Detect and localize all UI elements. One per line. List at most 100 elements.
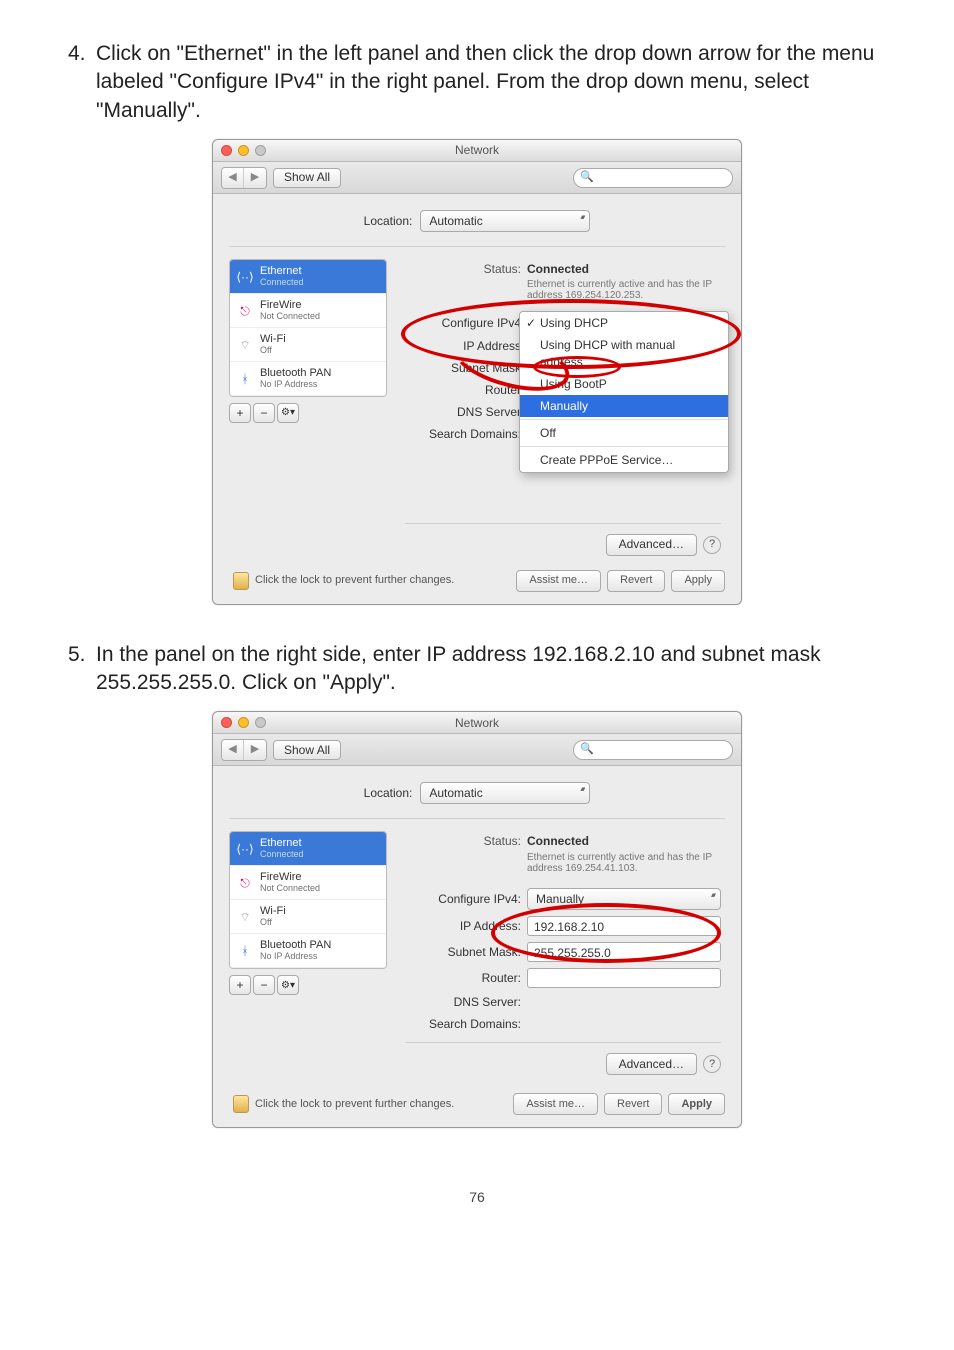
gear-menu-button[interactable]: ⚙▾ — [277, 403, 299, 423]
location-select[interactable]: Automatic — [420, 210, 590, 232]
nav-buttons-2[interactable]: ◀ ▶ — [221, 739, 267, 761]
step-4-text: Click on "Ethernet" in the left panel an… — [96, 40, 894, 125]
sidebar-item-wifi[interactable]: ⌔ Wi-Fi Off — [230, 328, 386, 362]
router-input[interactable] — [527, 968, 721, 988]
dropdown-item-bootp[interactable]: Using BootP — [520, 373, 728, 395]
back-button[interactable]: ◀ — [222, 168, 244, 188]
sidebar-footer-2: + − ⚙▾ — [229, 975, 387, 995]
bluetooth-name: Bluetooth PAN — [260, 368, 331, 380]
toolbar-2: ◀ ▶ Show All 🔍 — [213, 734, 741, 766]
gear-menu-button-2[interactable]: ⚙▾ — [277, 975, 299, 995]
lock-text-2: Click the lock to prevent further change… — [255, 1097, 454, 1112]
toolbar: ◀ ▶ Show All 🔍 — [213, 162, 741, 194]
location-row: Location: Automatic — [229, 208, 725, 247]
apply-button-2[interactable]: Apply — [668, 1093, 725, 1115]
traffic-lights-2[interactable] — [221, 717, 266, 728]
advanced-row-2: Advanced… ? — [405, 1042, 721, 1075]
zoom-icon[interactable] — [255, 145, 266, 156]
firewire-sub: Not Connected — [260, 312, 320, 321]
nav-buttons[interactable]: ◀ ▶ — [221, 167, 267, 189]
forward-button[interactable]: ▶ — [244, 740, 266, 760]
back-button[interactable]: ◀ — [222, 740, 244, 760]
minimize-icon[interactable] — [238, 145, 249, 156]
remove-interface-button-2[interactable]: − — [253, 975, 275, 995]
window-body: Location: Automatic ⟨··⟩ Ethernet Connec… — [213, 194, 741, 604]
window-body-2: Location: Automatic ⟨··⟩ Ethernet Connec… — [213, 766, 741, 1127]
apply-button[interactable]: Apply — [671, 570, 725, 592]
network-window-2: Network ◀ ▶ Show All 🔍 Location: Automat… — [212, 711, 742, 1128]
dropdown-item-manually[interactable]: Manually — [520, 395, 728, 417]
router-label-2: Router: — [405, 970, 521, 986]
search-label-2: Search Domains: — [405, 1016, 521, 1032]
dropdown-separator-2 — [520, 446, 728, 447]
subnet-mask-input[interactable]: 255.255.255.0 — [527, 942, 721, 962]
minimize-icon[interactable] — [238, 717, 249, 728]
location-label-2: Location: — [364, 785, 413, 801]
dropdown-item-pppoe[interactable]: Create PPPoE Service… — [520, 449, 728, 471]
help-button-2[interactable]: ? — [703, 1055, 721, 1073]
sidebar-footer: + − ⚙▾ — [229, 403, 387, 423]
ethernet-sub-2: Connected — [260, 850, 304, 859]
configure-ipv4-select[interactable]: Manually — [527, 888, 721, 910]
search-icon: 🔍 — [580, 170, 594, 185]
ip-address-input[interactable]: 192.168.2.10 — [527, 916, 721, 936]
window-title-2: Network — [455, 715, 499, 731]
network-window-1: Network ◀ ▶ Show All 🔍 Location: Automat… — [212, 139, 742, 605]
sidebar-item-firewire-2[interactable]: ⎋ FireWire Not Connected — [230, 866, 386, 900]
assist-button-2[interactable]: Assist me… — [513, 1093, 598, 1115]
sidebar-item-bluetooth[interactable]: ᚼ Bluetooth PAN No IP Address — [230, 362, 386, 396]
subnet-label: Subnet Mask — [405, 360, 521, 376]
revert-button[interactable]: Revert — [607, 570, 665, 592]
help-button[interactable]: ? — [703, 536, 721, 554]
interface-list-2[interactable]: ⟨··⟩ Ethernet Connected ⎋ FireWire Not C… — [229, 831, 387, 969]
traffic-lights[interactable] — [221, 145, 266, 156]
lock-row-2: Click the lock to prevent further change… — [229, 1093, 725, 1115]
location-select-2[interactable]: Automatic — [420, 782, 590, 804]
step-4-num: 4. — [68, 40, 96, 68]
columns: ⟨··⟩ Ethernet Connected ⎋ FireWire Not C… — [229, 259, 725, 557]
assist-button[interactable]: Assist me… — [516, 570, 601, 592]
status-label-2: Status: — [405, 833, 521, 849]
show-all-button-2[interactable]: Show All — [273, 740, 341, 760]
dropdown-item-dhcp-manual[interactable]: Using DHCP with manual address — [520, 334, 728, 372]
titlebar-2: Network — [213, 712, 741, 734]
sidebar-item-ethernet-2[interactable]: ⟨··⟩ Ethernet Connected — [230, 832, 386, 866]
close-icon[interactable] — [221, 145, 232, 156]
window-title: Network — [455, 142, 499, 158]
show-all-button[interactable]: Show All — [273, 168, 341, 188]
status-value-2: Connected — [527, 833, 589, 849]
lock-icon[interactable] — [233, 572, 249, 590]
bluetooth-sub: No IP Address — [260, 380, 331, 389]
subnet-label-2: Subnet Mask: — [405, 944, 521, 960]
sidebar-item-firewire[interactable]: ⎋ FireWire Not Connected — [230, 294, 386, 328]
advanced-row: Advanced… ? — [405, 523, 721, 556]
configure-ipv4-dropdown[interactable]: Using DHCP Using DHCP with manual addres… — [519, 311, 729, 472]
lock-icon[interactable] — [233, 1095, 249, 1113]
step-5-num: 5. — [68, 641, 96, 669]
advanced-button[interactable]: Advanced… — [606, 534, 697, 556]
ip-label: IP Address — [405, 338, 521, 354]
revert-button-2[interactable]: Revert — [604, 1093, 662, 1115]
sidebar-item-ethernet[interactable]: ⟨··⟩ Ethernet Connected — [230, 260, 386, 294]
search-input-2[interactable]: 🔍 — [573, 740, 733, 760]
search-input[interactable]: 🔍 — [573, 168, 733, 188]
location-label: Location: — [364, 213, 413, 229]
close-icon[interactable] — [221, 717, 232, 728]
sidebar-item-bluetooth-2[interactable]: ᚼ Bluetooth PAN No IP Address — [230, 934, 386, 968]
status-value: Connected — [527, 261, 589, 277]
dropdown-item-dhcp[interactable]: Using DHCP — [520, 312, 728, 334]
ethernet-icon: ⟨··⟩ — [236, 840, 254, 858]
add-interface-button[interactable]: + — [229, 403, 251, 423]
sidebar-item-wifi-2[interactable]: ⌔ Wi-Fi Off — [230, 900, 386, 934]
dropdown-item-off[interactable]: Off — [520, 422, 728, 444]
ethernet-icon: ⟨··⟩ — [236, 268, 254, 286]
detail-panel-2: Status: Connected Ethernet is currently … — [401, 831, 725, 1081]
zoom-icon[interactable] — [255, 717, 266, 728]
add-interface-button-2[interactable]: + — [229, 975, 251, 995]
interface-list[interactable]: ⟨··⟩ Ethernet Connected ⎋ FireWire Not C… — [229, 259, 387, 397]
remove-interface-button[interactable]: − — [253, 403, 275, 423]
wifi-icon: ⌔ — [236, 908, 254, 926]
configure-label-2: Configure IPv4: — [405, 891, 521, 907]
forward-button[interactable]: ▶ — [244, 168, 266, 188]
advanced-button-2[interactable]: Advanced… — [606, 1053, 697, 1075]
